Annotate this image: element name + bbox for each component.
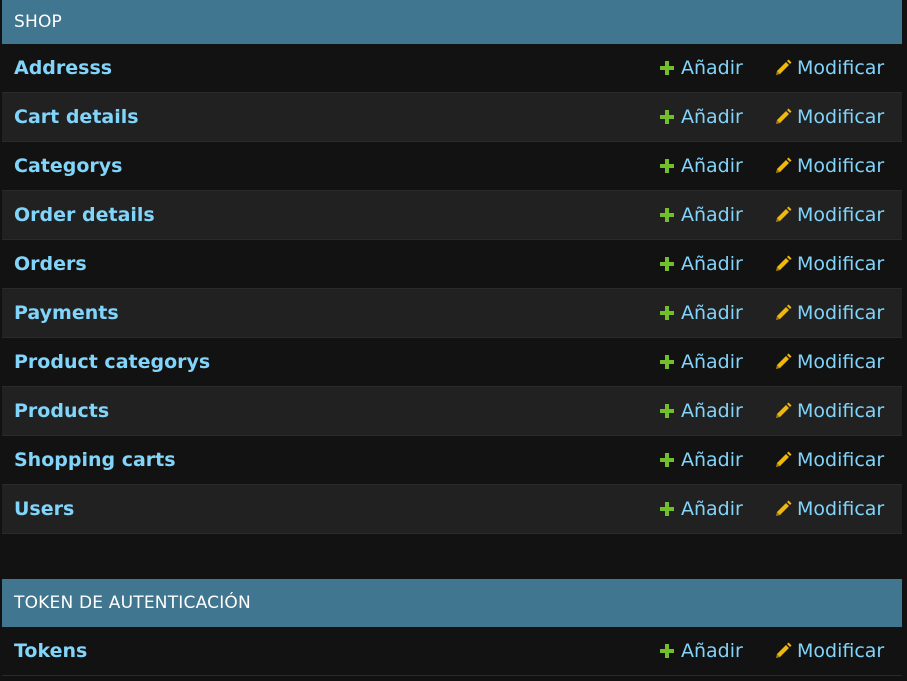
pencil-icon [773, 107, 793, 127]
model-link[interactable]: Orders [14, 253, 87, 275]
plus-icon [657, 58, 677, 78]
model-row-tokens: Tokens Añadir Modificar [2, 627, 902, 676]
change-label: Modificar [797, 400, 885, 422]
plus-icon [657, 254, 677, 274]
add-link[interactable]: Añadir [657, 351, 743, 373]
pencil-icon [773, 303, 793, 323]
add-link[interactable]: Añadir [657, 449, 743, 471]
change-label: Modificar [797, 106, 885, 128]
model-row-product-categorys: Product categorys Añadir Modificar [2, 338, 902, 387]
model-link[interactable]: Payments [14, 302, 119, 324]
add-label: Añadir [681, 400, 743, 422]
model-link[interactable]: Product categorys [14, 351, 210, 373]
plus-icon [657, 450, 677, 470]
change-link[interactable]: Modificar [773, 57, 884, 79]
add-label: Añadir [681, 351, 743, 373]
module-caption: SHOP [2, 0, 902, 44]
add-label: Añadir [681, 204, 743, 226]
admin-app-list: SHOP Addresss Añadir Modificar Cart deta… [0, 0, 907, 681]
change-link[interactable]: Modificar [773, 204, 884, 226]
change-link[interactable]: Modificar [773, 640, 884, 662]
change-link[interactable]: Modificar [773, 106, 884, 128]
add-link[interactable]: Añadir [657, 498, 743, 520]
change-label: Modificar [797, 351, 885, 373]
add-link[interactable]: Añadir [657, 57, 743, 79]
module-token-auth: TOKEN DE AUTENTICACIÓN Tokens Añadir Mod… [2, 579, 902, 676]
pencil-icon [773, 156, 793, 176]
pencil-icon [773, 641, 793, 661]
change-link[interactable]: Modificar [773, 400, 884, 422]
model-link[interactable]: Order details [14, 204, 155, 226]
add-link[interactable]: Añadir [657, 155, 743, 177]
pencil-icon [773, 499, 793, 519]
model-row-order-details: Order details Añadir Modificar [2, 191, 902, 240]
change-label: Modificar [797, 57, 885, 79]
change-label: Modificar [797, 449, 885, 471]
change-link[interactable]: Modificar [773, 449, 884, 471]
change-link[interactable]: Modificar [773, 351, 884, 373]
change-link[interactable]: Modificar [773, 302, 884, 324]
model-row-shopping-carts: Shopping carts Añadir Modificar [2, 436, 902, 485]
change-label: Modificar [797, 498, 885, 520]
add-label: Añadir [681, 640, 743, 662]
pencil-icon [773, 254, 793, 274]
model-row-payments: Payments Añadir Modificar [2, 289, 902, 338]
add-link[interactable]: Añadir [657, 400, 743, 422]
change-label: Modificar [797, 640, 885, 662]
add-label: Añadir [681, 253, 743, 275]
pencil-icon [773, 450, 793, 470]
add-label: Añadir [681, 57, 743, 79]
add-link[interactable]: Añadir [657, 640, 743, 662]
change-label: Modificar [797, 204, 885, 226]
model-link[interactable]: Users [14, 498, 74, 520]
model-row-products: Products Añadir Modificar [2, 387, 902, 436]
add-link[interactable]: Añadir [657, 106, 743, 128]
pencil-icon [773, 401, 793, 421]
model-link[interactable]: Tokens [14, 640, 87, 662]
pencil-icon [773, 205, 793, 225]
module-shop: SHOP Addresss Añadir Modificar Cart deta… [2, 0, 902, 534]
change-label: Modificar [797, 155, 885, 177]
change-label: Modificar [797, 302, 885, 324]
change-link[interactable]: Modificar [773, 155, 884, 177]
add-label: Añadir [681, 106, 743, 128]
add-label: Añadir [681, 498, 743, 520]
model-row-orders: Orders Añadir Modificar [2, 240, 902, 289]
plus-icon [657, 499, 677, 519]
change-label: Modificar [797, 253, 885, 275]
plus-icon [657, 352, 677, 372]
model-link[interactable]: Shopping carts [14, 449, 176, 471]
model-row-categorys: Categorys Añadir Modificar [2, 142, 902, 191]
add-link[interactable]: Añadir [657, 302, 743, 324]
pencil-icon [773, 58, 793, 78]
add-label: Añadir [681, 302, 743, 324]
plus-icon [657, 303, 677, 323]
model-row-cart-details: Cart details Añadir Modificar [2, 93, 902, 142]
plus-icon [657, 401, 677, 421]
add-link[interactable]: Añadir [657, 204, 743, 226]
add-label: Añadir [681, 155, 743, 177]
model-link[interactable]: Products [14, 400, 109, 422]
plus-icon [657, 107, 677, 127]
model-link[interactable]: Categorys [14, 155, 122, 177]
change-link[interactable]: Modificar [773, 253, 884, 275]
plus-icon [657, 156, 677, 176]
model-row-users: Users Añadir Modificar [2, 485, 902, 534]
add-link[interactable]: Añadir [657, 253, 743, 275]
model-row-addresss: Addresss Añadir Modificar [2, 44, 902, 93]
module-caption: TOKEN DE AUTENTICACIÓN [2, 579, 902, 627]
add-label: Añadir [681, 449, 743, 471]
plus-icon [657, 641, 677, 661]
model-link[interactable]: Addresss [14, 57, 112, 79]
model-link[interactable]: Cart details [14, 106, 139, 128]
plus-icon [657, 205, 677, 225]
change-link[interactable]: Modificar [773, 498, 884, 520]
pencil-icon [773, 352, 793, 372]
